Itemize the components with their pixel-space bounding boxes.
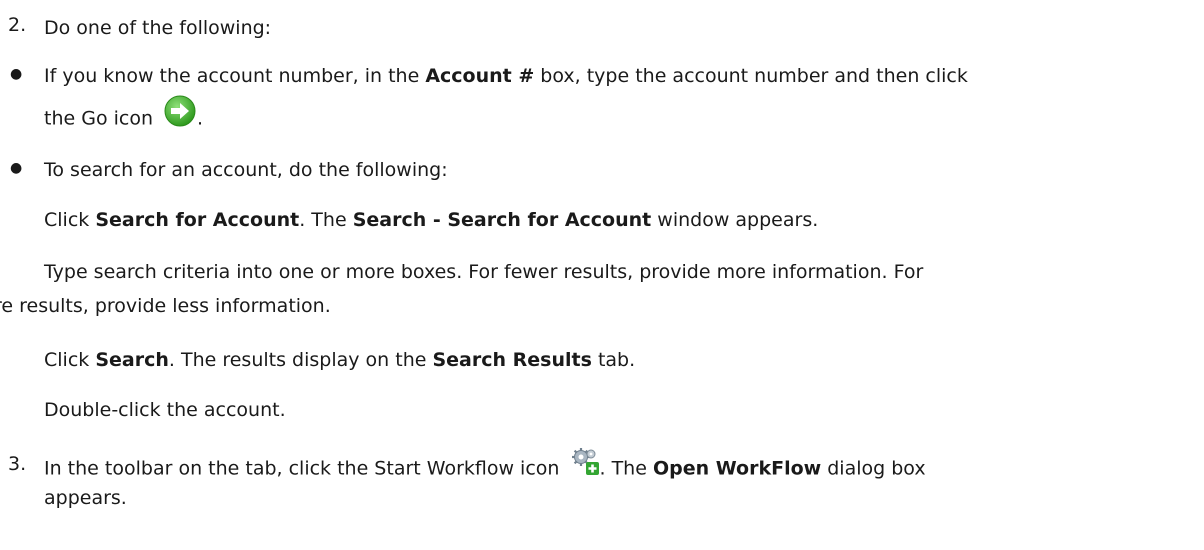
step-3-number: 3. [8,453,27,475]
bullet-marker: ● [10,66,23,82]
substep-search-for-account: Click Search for Account. The Search - S… [44,209,819,231]
start-workflow-icon [570,446,600,484]
step-3-line-1: In the toolbar on the tab, click the Sta… [44,448,926,488]
search-window-title: Search - Search for Account [352,209,652,231]
search-button-label: Search [95,349,169,371]
account-number-field-label: Account # [425,65,535,87]
bullet-marker: ● [10,160,23,176]
bullet-2-text: To search for an account, do the followi… [44,159,448,181]
search-for-account-label: Search for Account [95,209,300,231]
open-workflow-dialog-label: Open WorkFlow [652,457,822,480]
step-2-number: 2. [8,14,27,36]
go-arrow-icon [163,94,197,136]
substep-type-criteria-line-2: re results, provide less information. [0,295,331,317]
substep-type-criteria-line-1: Type search criteria into one or more bo… [44,261,924,283]
search-results-tab-label: Search Results [432,349,592,371]
step-2-text: Do one of the following: [44,17,272,39]
bullet-1-line-2: the Go icon . [44,95,203,140]
substep-double-click: Double-click the account. [44,399,286,421]
substep-click-search: Click Search. The results display on the… [44,349,636,371]
step-3-line-2: appears. [44,487,127,509]
bullet-1-line-1: If you know the account number, in the A… [44,65,968,87]
document-page: 2. Do one of the following: ● If you kno… [0,0,1204,550]
